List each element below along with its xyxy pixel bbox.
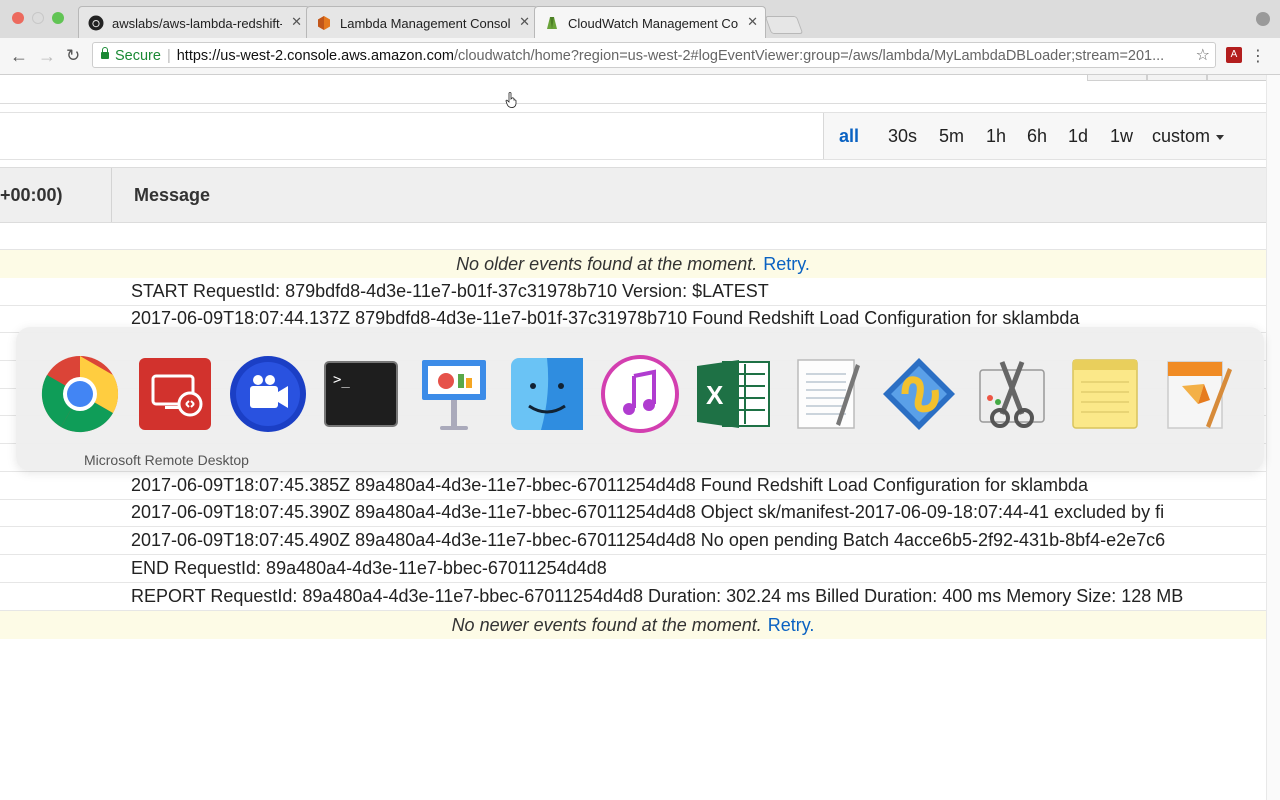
log-row[interactable]: 2017-06-09T18:07:45.385Z 89a480a4-4d3e-1… bbox=[0, 472, 1266, 500]
itunes-icon[interactable] bbox=[600, 354, 680, 434]
tab-label: awslabs/aws-lambda-redshift- bbox=[112, 16, 282, 31]
log-message: END RequestId: 89a480a4-4d3e-11e7-bbec-6… bbox=[131, 558, 607, 578]
tab-label: CloudWatch Management Con bbox=[568, 16, 738, 31]
minimize-window-button[interactable] bbox=[32, 12, 44, 24]
table-header: +00:00) Message bbox=[0, 167, 1266, 223]
selected-app-label: Microsoft Remote Desktop bbox=[84, 452, 249, 468]
hand-cursor-icon bbox=[505, 92, 517, 108]
time-column-header[interactable]: +00:00) bbox=[0, 185, 63, 206]
reload-icon[interactable]: ↻ bbox=[66, 46, 80, 66]
log-row[interactable]: REPORT RequestId: 89a480a4-4d3e-11e7-bbe… bbox=[0, 583, 1266, 611]
toolbar-button-stub[interactable] bbox=[1087, 75, 1147, 81]
address-bar[interactable]: Secure | https://us-west-2.console.aws.ama… bbox=[92, 42, 1216, 68]
video-app-icon[interactable] bbox=[228, 354, 308, 434]
range-all[interactable]: all bbox=[839, 126, 859, 147]
microsoft-remote-desktop-icon[interactable] bbox=[135, 354, 215, 434]
range-5m[interactable]: 5m bbox=[939, 126, 964, 147]
log-row[interactable]: 2017-06-09T18:07:45.490Z 89a480a4-4d3e-1… bbox=[0, 527, 1266, 555]
chrome-icon[interactable] bbox=[40, 354, 120, 434]
tab-label: Lambda Management Console bbox=[340, 16, 510, 31]
table-spacer-row bbox=[0, 222, 1266, 250]
url-host: https://us-west-2.console.aws.amazon.com bbox=[176, 48, 454, 64]
back-arrow-icon[interactable]: ← bbox=[10, 46, 28, 67]
log-message: START RequestId: 879bdfd8-4d3e-11e7-b01f… bbox=[131, 281, 769, 301]
range-1h[interactable]: 1h bbox=[986, 126, 1006, 147]
textedit-icon[interactable] bbox=[786, 354, 866, 434]
range-1w[interactable]: 1w bbox=[1110, 126, 1133, 147]
close-window-button[interactable] bbox=[12, 12, 24, 24]
close-tab-icon[interactable]: ✕ bbox=[519, 14, 530, 30]
browser-menu-icon[interactable]: ⋮ bbox=[1250, 46, 1266, 66]
range-1d[interactable]: 1d bbox=[1068, 126, 1088, 147]
forward-arrow-icon[interactable]: → bbox=[38, 46, 56, 67]
screenshot-scissors-icon[interactable] bbox=[972, 354, 1052, 434]
svg-text:X: X bbox=[706, 380, 724, 410]
pdf-extension-icon[interactable]: A bbox=[1226, 47, 1242, 63]
range-30s[interactable]: 30s bbox=[888, 126, 917, 147]
top-button-strip bbox=[0, 75, 1267, 104]
profile-icon[interactable] bbox=[1256, 12, 1270, 26]
new-tab-button[interactable] bbox=[764, 16, 804, 34]
log-message: 2017-06-09T18:07:45.385Z 89a480a4-4d3e-1… bbox=[131, 475, 1089, 495]
page-scrollbar[interactable] bbox=[1266, 75, 1280, 800]
close-tab-icon[interactable]: ✕ bbox=[747, 14, 758, 30]
secure-label: Secure bbox=[115, 48, 161, 64]
toolbar-button-stub[interactable] bbox=[1207, 75, 1267, 81]
filter-events-input[interactable] bbox=[0, 113, 824, 159]
notes-icon[interactable] bbox=[1065, 354, 1145, 434]
retry-newer-link[interactable]: Retry. bbox=[768, 615, 815, 635]
column-divider[interactable] bbox=[111, 168, 112, 222]
newer-events-notice: No newer events found at the moment. Retr… bbox=[0, 611, 1266, 639]
caret-down-icon bbox=[1216, 134, 1225, 140]
log-message: 2017-06-09T18:07:45.490Z 89a480a4-4d3e-1… bbox=[131, 530, 1166, 550]
older-events-text: No older events found at the moment. bbox=[456, 254, 758, 274]
close-tab-icon[interactable]: ✕ bbox=[291, 14, 302, 30]
filter-bar: all 30s 5m 1h 6h 1d 1w custom bbox=[0, 112, 1266, 160]
terminal-icon[interactable]: >_ bbox=[321, 354, 401, 434]
log-message: REPORT RequestId: 89a480a4-4d3e-11e7-bbe… bbox=[131, 586, 1184, 606]
retry-older-link[interactable]: Retry. bbox=[763, 254, 810, 274]
older-events-notice: No older events found at the moment. Retr… bbox=[0, 250, 1266, 278]
bookmark-star-icon[interactable]: ☆ bbox=[1196, 45, 1210, 65]
newer-events-text: No newer events found at the moment. bbox=[451, 615, 762, 635]
svg-text:>_: >_ bbox=[333, 372, 350, 388]
excel-icon[interactable]: X bbox=[693, 354, 773, 434]
tab-cloudwatch[interactable]: CloudWatch Management Con ✕ bbox=[534, 6, 766, 38]
log-message: 2017-06-09T18:07:44.137Z 879bdfd8-4d3e-1… bbox=[131, 308, 1080, 328]
log-row[interactable]: START RequestId: 879bdfd8-4d3e-11e7-b01f… bbox=[0, 278, 1266, 306]
log-row[interactable]: 2017-06-09T18:07:45.390Z 89a480a4-4d3e-1… bbox=[0, 499, 1266, 527]
mail-stamp-icon[interactable] bbox=[879, 354, 959, 434]
lock-icon bbox=[101, 47, 109, 59]
pages-icon[interactable] bbox=[1158, 354, 1238, 434]
log-row[interactable]: END RequestId: 89a480a4-4d3e-11e7-bbec-6… bbox=[0, 555, 1266, 583]
aws-icon bbox=[318, 16, 330, 30]
keynote-icon[interactable] bbox=[414, 354, 494, 434]
maximize-window-button[interactable] bbox=[52, 12, 64, 24]
finder-icon[interactable] bbox=[507, 354, 587, 434]
log-message: 2017-06-09T18:07:45.390Z 89a480a4-4d3e-1… bbox=[131, 502, 1165, 522]
browser-toolbar: ← → ↻ Secure | https://us-west-2.console.a… bbox=[0, 38, 1280, 75]
github-icon bbox=[88, 15, 104, 31]
range-custom[interactable]: custom bbox=[1152, 126, 1225, 147]
tab-lambda[interactable]: Lambda Management Console ✕ bbox=[306, 6, 538, 38]
toolbar-button-stub[interactable] bbox=[1147, 75, 1207, 81]
range-custom-label: custom bbox=[1152, 126, 1211, 146]
tab-github[interactable]: awslabs/aws-lambda-redshift- ✕ bbox=[78, 6, 310, 38]
url-path: /cloudwatch/home?region=us-west-2#logEve… bbox=[453, 48, 1165, 64]
message-column-header: Message bbox=[134, 185, 211, 205]
cloudwatch-icon bbox=[547, 17, 557, 29]
browser-tab-bar: awslabs/aws-lambda-redshift- ✕ Lambda Ma… bbox=[0, 0, 1280, 38]
app-switcher: >_ X Microsoft Remote Desktop bbox=[16, 327, 1264, 471]
range-6h[interactable]: 6h bbox=[1027, 126, 1047, 147]
